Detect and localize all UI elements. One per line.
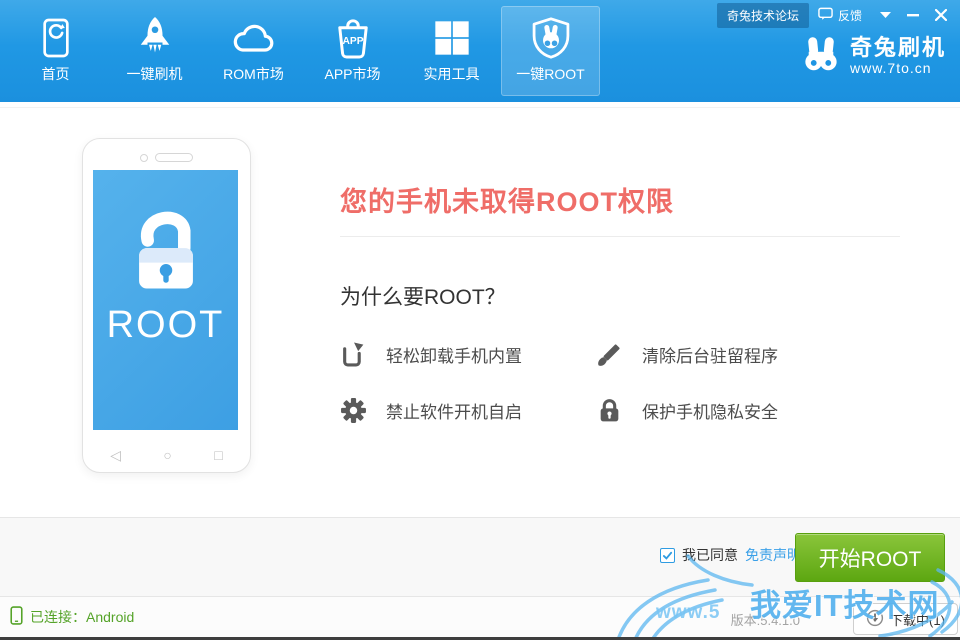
gear-icon bbox=[340, 397, 367, 424]
nav-tabs: 首页 一键刷机 bbox=[6, 6, 600, 96]
phone-refresh-icon bbox=[40, 15, 72, 61]
brand-url: www.7to.cn bbox=[850, 60, 946, 76]
brush-icon bbox=[596, 341, 623, 368]
tab-label: APP市场 bbox=[324, 64, 380, 84]
agree-checkbox[interactable] bbox=[660, 548, 675, 563]
tab-one-key-root[interactable]: 一键ROOT bbox=[501, 6, 600, 96]
connection-status: 已连接：Android bbox=[10, 606, 134, 628]
home-icon: ○ bbox=[163, 447, 171, 464]
recents-icon: □ bbox=[214, 447, 222, 464]
version-label: 版本:5.4.1.0 bbox=[731, 610, 800, 629]
main-content: ROOT ◁ ○ □ 您的手机未取得ROOT权限 为什么要ROOT？ bbox=[0, 102, 960, 517]
connection-label: 已连接：Android bbox=[30, 607, 134, 627]
minimize-icon bbox=[907, 14, 919, 17]
tab-label: ROM市场 bbox=[223, 64, 284, 84]
status-bar: 已连接：Android 版本:5.4.1.0 下载中(1) bbox=[0, 597, 960, 637]
download-status-button[interactable]: 下载中(1) bbox=[853, 603, 958, 635]
tab-label: 首页 bbox=[42, 64, 70, 84]
app-bag-icon-label: APP bbox=[342, 35, 363, 46]
feedback-label: 反馈 bbox=[838, 7, 862, 24]
phone-illustration: ROOT ◁ ○ □ bbox=[82, 138, 251, 473]
feature-label: 禁止软件开机自启 bbox=[386, 398, 522, 423]
phone-connected-icon bbox=[10, 606, 23, 628]
shopping-bag-icon: APP bbox=[333, 15, 373, 61]
tab-label: 实用工具 bbox=[424, 64, 480, 84]
menu-caret-button[interactable] bbox=[871, 4, 899, 26]
agree-row: 我已同意 免责声明 bbox=[660, 545, 801, 565]
cloud-icon bbox=[230, 15, 278, 61]
four-squares-icon bbox=[432, 15, 472, 61]
info-panel: 您的手机未取得ROOT权限 为什么要ROOT？ 轻松卸载手机内置 bbox=[340, 102, 902, 424]
chevron-down-icon bbox=[880, 12, 891, 18]
feature-grid: 轻松卸载手机内置 清除后台驻留程序 bbox=[340, 341, 902, 424]
section-heading: 为什么要ROOT？ bbox=[340, 281, 902, 311]
brand-name: 奇兔刷机 bbox=[850, 36, 946, 60]
download-label: 下载中(1) bbox=[890, 610, 945, 629]
page-title: 您的手机未取得ROOT权限 bbox=[340, 180, 902, 219]
app-window: 首页 一键刷机 bbox=[0, 0, 960, 640]
uninstall-icon bbox=[340, 341, 367, 368]
screen-root-label: ROOT bbox=[107, 304, 225, 347]
close-icon bbox=[935, 9, 947, 21]
minimize-button[interactable] bbox=[899, 4, 927, 26]
tab-label: 一键ROOT bbox=[516, 64, 584, 84]
android-nav-row: ◁ ○ □ bbox=[89, 447, 244, 464]
tab-label: 一键刷机 bbox=[127, 64, 183, 84]
tab-rom-market[interactable]: ROM市场 bbox=[204, 6, 303, 96]
download-icon bbox=[866, 609, 884, 630]
feature-privacy: 保护手机隐私安全 bbox=[596, 397, 902, 424]
phone-speaker-bar bbox=[155, 153, 193, 162]
back-icon: ◁ bbox=[110, 447, 121, 464]
brand-logo: 奇兔刷机 www.7to.cn bbox=[802, 36, 946, 76]
header: 首页 一键刷机 bbox=[0, 0, 960, 102]
feature-label: 轻松卸载手机内置 bbox=[386, 342, 522, 367]
feature-label: 清除后台驻留程序 bbox=[642, 342, 778, 367]
rabbit-logo-icon bbox=[802, 37, 840, 76]
feature-autostart: 禁止软件开机自启 bbox=[340, 397, 596, 424]
agree-label: 我已同意 bbox=[682, 545, 738, 565]
feature-label: 保护手机隐私安全 bbox=[642, 398, 778, 423]
rocket-icon bbox=[137, 15, 173, 61]
phone-camera-dot bbox=[140, 154, 148, 162]
lock-icon bbox=[596, 397, 623, 424]
disclaimer-link[interactable]: 免责声明 bbox=[745, 545, 801, 565]
action-bar: 我已同意 免责声明 开始ROOT bbox=[0, 517, 960, 597]
checkmark-icon bbox=[662, 550, 673, 561]
shield-rabbit-icon bbox=[531, 15, 571, 61]
tab-tools[interactable]: 实用工具 bbox=[402, 6, 501, 96]
speech-bubble-icon bbox=[818, 7, 833, 24]
open-padlock-icon bbox=[116, 200, 216, 304]
titlebar: 奇兔技术论坛 反馈 bbox=[717, 4, 955, 26]
feature-uninstall: 轻松卸载手机内置 bbox=[340, 341, 596, 368]
tab-app-market[interactable]: APP APP市场 bbox=[303, 6, 402, 96]
phone-screen: ROOT bbox=[93, 170, 238, 430]
forum-button[interactable]: 奇兔技术论坛 bbox=[717, 3, 809, 28]
divider bbox=[340, 236, 900, 237]
start-root-button[interactable]: 开始ROOT bbox=[795, 533, 945, 582]
tab-home[interactable]: 首页 bbox=[6, 6, 105, 96]
feature-clean: 清除后台驻留程序 bbox=[596, 341, 902, 368]
tab-flash[interactable]: 一键刷机 bbox=[105, 6, 204, 96]
close-button[interactable] bbox=[927, 4, 955, 26]
feedback-button[interactable]: 反馈 bbox=[809, 3, 871, 28]
